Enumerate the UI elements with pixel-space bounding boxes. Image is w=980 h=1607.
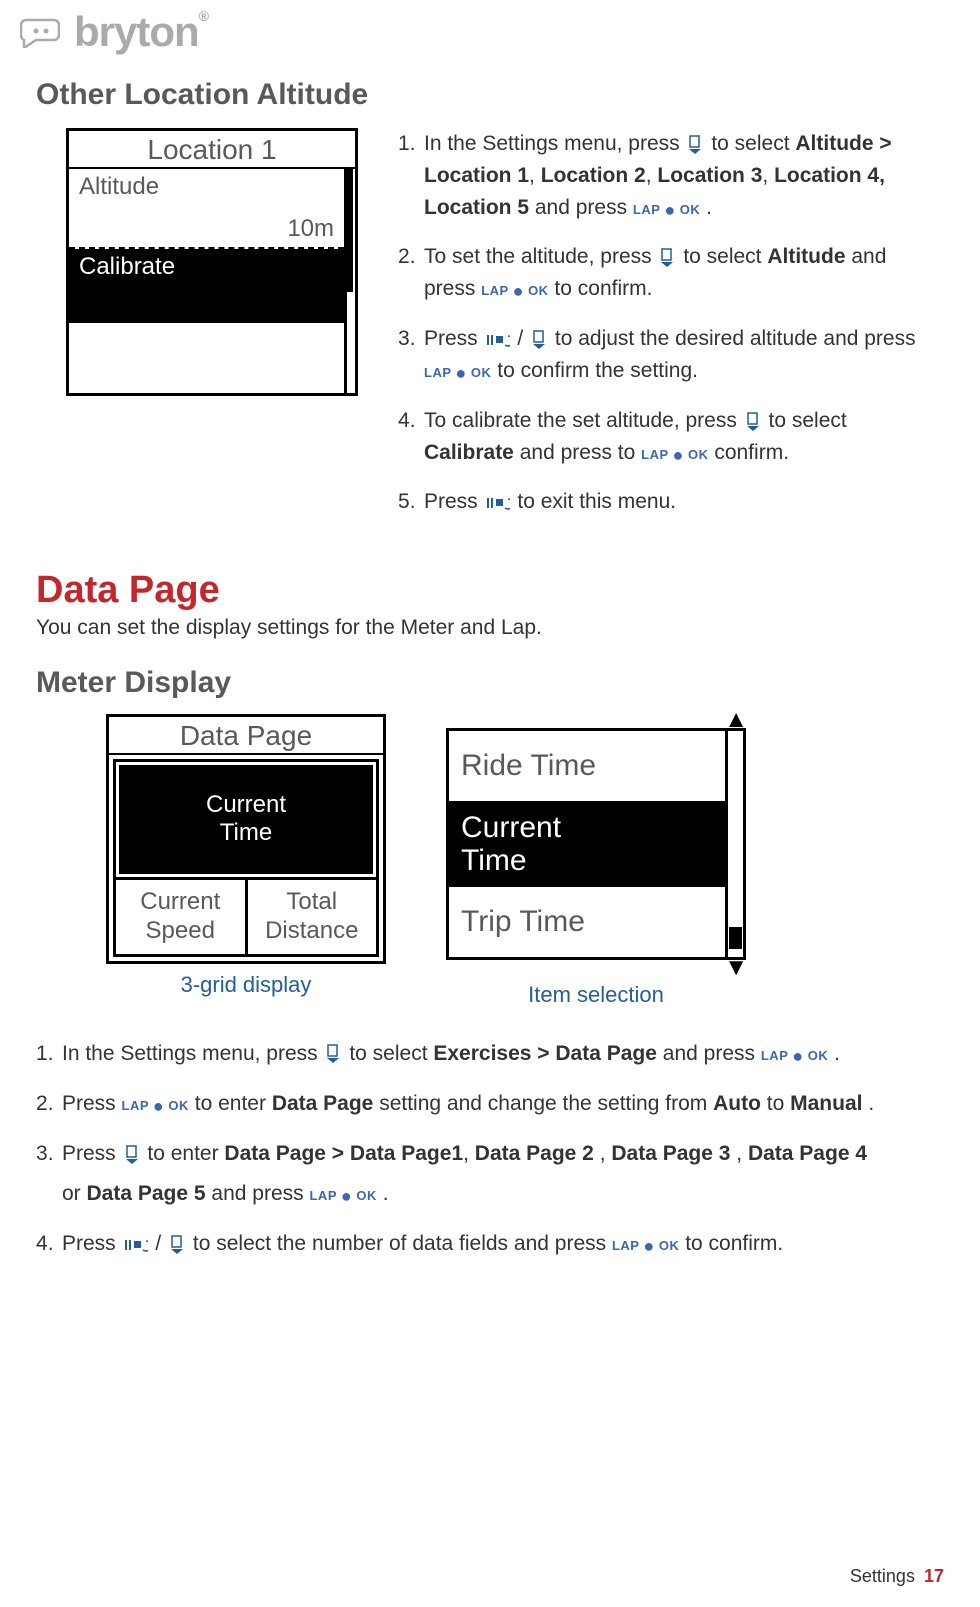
list-item-trip-time: Trip Time (449, 887, 725, 957)
lap-ok-icon: LAP ● OK (761, 1048, 828, 1063)
meter-step-2: Press LAP ● OK to enter Data Page settin… (36, 1084, 944, 1124)
page-down-icon (531, 324, 547, 356)
section-other-location-altitude: Other Location Altitude (36, 78, 944, 112)
list-item-current-time: Current Time (449, 801, 725, 887)
meter-step-1: In the Settings menu, press to select Ex… (36, 1034, 944, 1074)
altitude-value: 10m (79, 215, 334, 243)
meter-step-4: Press / to select the number of data fie… (36, 1224, 944, 1264)
step-4: To calibrate the set altitude, press to … (398, 405, 930, 469)
cell-current-speed: Current Speed (116, 880, 245, 954)
page-down-icon (745, 405, 761, 437)
screen-title: Location 1 (69, 131, 355, 169)
arrow-up-icon: ▲ (724, 706, 748, 734)
page-down-icon (169, 1225, 185, 1265)
list-item-ride-time: Ride Time (449, 731, 725, 801)
device-screen-data-page: Data Page Current Time Current Speed Tot… (106, 714, 386, 964)
lap-ok-icon: LAP ● OK (633, 202, 700, 217)
screen-data-page-wrap: Data Page Current Time Current Speed Tot… (106, 714, 386, 998)
brand-name: bryton® (74, 8, 208, 56)
step-1: In the Settings menu, press to select Al… (398, 128, 930, 223)
meter-step-3: Press to enter Data Page > Data Page1, D… (36, 1134, 944, 1214)
lap-ok-icon: LAP ● OK (122, 1098, 189, 1113)
screen-item-selection-wrap: ▲ Ride Time Current Time Trip Time ▼ Ite… (446, 714, 746, 1008)
lap-ok-icon: LAP ● OK (612, 1238, 679, 1253)
selected-field: Current Time (116, 762, 376, 878)
page-footer: Settings 17 (850, 1566, 944, 1587)
page-down-icon (659, 242, 675, 274)
meter-steps: In the Settings menu, press to select Ex… (36, 1034, 944, 1265)
lap-ok-icon: LAP ● OK (424, 365, 491, 380)
cell-total-distance: Total Distance (245, 880, 377, 954)
altitude-label: Altitude (79, 173, 334, 201)
calibrate-row: Calibrate (69, 249, 344, 323)
altitude-row: Altitude 10m (69, 169, 344, 249)
heading-data-page: Data Page (36, 569, 944, 612)
pause-back-icon (486, 487, 510, 519)
page-number: 17 (924, 1566, 944, 1586)
screen2-title: Data Page (109, 717, 383, 755)
lap-ok-icon: LAP ● OK (481, 283, 548, 298)
caption-item-selection: Item selection (446, 982, 746, 1008)
lap-ok-icon: LAP ● OK (641, 447, 708, 462)
device-screen-location: Location 1 Altitude 10m Calibrate (66, 128, 358, 396)
scrollbar (725, 731, 743, 957)
brand-logo-icon (20, 16, 60, 48)
scrollbar (344, 169, 353, 393)
caption-3-grid: 3-grid display (106, 972, 386, 998)
altitude-steps: In the Settings menu, press to select Al… (398, 128, 944, 537)
pause-back-icon (486, 324, 510, 356)
device-screen-item-selection: Ride Time Current Time Trip Time (446, 728, 746, 960)
step-2: To set the altitude, press to select Alt… (398, 241, 930, 305)
step-3: Press / to adjust the desired altitude a… (398, 323, 930, 387)
page-down-icon (124, 1134, 140, 1174)
data-page-subtext: You can set the display settings for the… (36, 616, 944, 640)
arrow-down-icon: ▼ (724, 954, 748, 982)
page-down-icon (687, 129, 703, 161)
step-5: Press to exit this menu. (398, 486, 930, 518)
footer-section: Settings (850, 1566, 915, 1586)
page-down-icon (325, 1034, 341, 1074)
pause-back-icon (124, 1225, 148, 1265)
heading-meter-display: Meter Display (36, 666, 944, 700)
brand-header: bryton® (0, 0, 980, 60)
lap-ok-icon: LAP ● OK (309, 1188, 376, 1203)
